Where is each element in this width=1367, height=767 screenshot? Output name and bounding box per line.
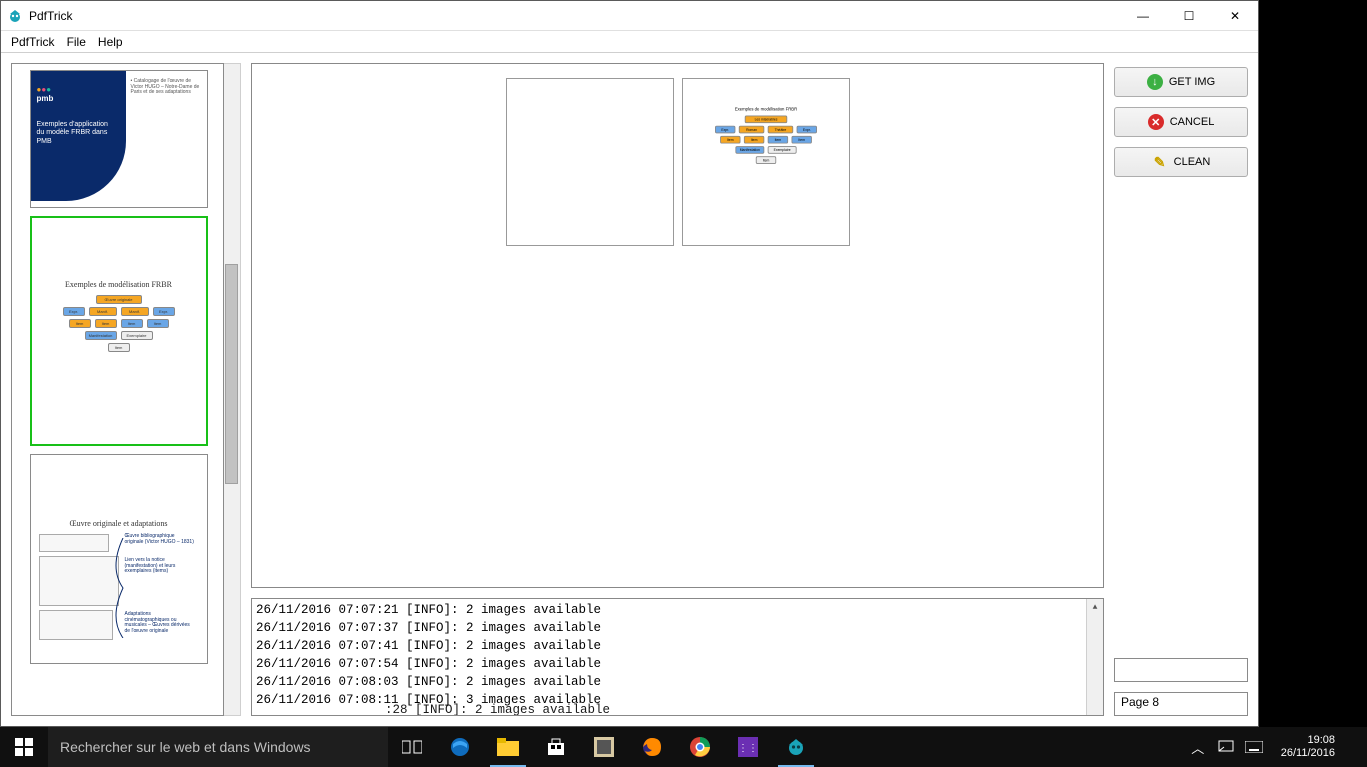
page-thumbnails-panel: ●●●pmb Exemples d'application du modèle … (11, 63, 224, 716)
window-title: PdfTrick (29, 9, 73, 23)
file-explorer-icon[interactable] (484, 727, 532, 767)
right-panel: ↓ GET IMG ✕ CANCEL ✎ CLEAN Page 8 (1114, 63, 1248, 716)
thumb3-title: Œuvre originale et adaptations (37, 519, 201, 528)
page-thumbnail-2[interactable]: Exemples de modélisation FRBR Œuvre orig… (30, 216, 208, 446)
pdftrick-taskbar-icon[interactable] (772, 727, 820, 767)
task-view-icon[interactable] (388, 727, 436, 767)
clean-button[interactable]: ✎ CLEAN (1114, 147, 1248, 177)
firefox-icon[interactable] (628, 727, 676, 767)
menu-bar: PdfTrick File Help (1, 31, 1258, 53)
log-scrollbar[interactable]: ▲ (1086, 599, 1103, 715)
log-scroll-up-icon[interactable]: ▲ (1087, 599, 1103, 616)
page-thumbnail-1[interactable]: ●●●pmb Exemples d'application du modèle … (30, 70, 208, 208)
start-button[interactable] (0, 727, 48, 767)
extracted-image-1[interactable] (506, 78, 674, 246)
sidebar-scrollbar-thumb[interactable] (225, 264, 238, 484)
taskbar: Rechercher sur le web et dans Windows (0, 727, 1367, 767)
search-placeholder: Rechercher sur le web et dans Windows (60, 739, 311, 755)
download-icon: ↓ (1147, 74, 1163, 90)
thumb1-note: • Catalogage de l'œuvre de Victor HUGO –… (131, 79, 203, 96)
image-preview-panel: Exemples de modélisation FRBR Les miséra… (251, 63, 1104, 588)
menu-pdftrick[interactable]: PdfTrick (11, 35, 55, 49)
tray-date: 26/11/2016 (1281, 747, 1335, 760)
menu-file[interactable]: File (67, 35, 86, 49)
log-line-partial: :28 [INFO]: 2 images available (385, 701, 610, 716)
app-icon (7, 8, 23, 24)
menu-help[interactable]: Help (98, 35, 123, 49)
title-bar: PdfTrick — ☐ ✕ (1, 1, 1258, 31)
minimize-button[interactable]: — (1120, 1, 1166, 31)
thumb1-title: Exemples d'application du modèle FRBR da… (37, 121, 117, 146)
store-icon[interactable] (532, 727, 580, 767)
tray-keyboard-icon[interactable] (1245, 738, 1263, 756)
chrome-icon[interactable] (676, 727, 724, 767)
purple-app-icon[interactable]: ⋮⋮ (724, 727, 772, 767)
maximize-button[interactable]: ☐ (1166, 1, 1212, 31)
log-panel: 26/11/2016 07:07:21 [INFO]: 2 images ava… (251, 598, 1104, 716)
status-field-page: Page 8 (1114, 692, 1248, 716)
sidebar-scrollbar[interactable] (224, 63, 241, 716)
tray-chevron-up-icon[interactable]: ︿ (1189, 738, 1207, 756)
cancel-button[interactable]: ✕ CANCEL (1114, 107, 1248, 137)
edge-icon[interactable] (436, 727, 484, 767)
get-img-button[interactable]: ↓ GET IMG (1114, 67, 1248, 97)
app-shortcut-icon[interactable] (580, 727, 628, 767)
tray-clock[interactable]: 19:08 26/11/2016 (1273, 734, 1343, 759)
thumb2-title: Exemples de modélisation FRBR (38, 280, 200, 289)
taskbar-search[interactable]: Rechercher sur le web et dans Windows (48, 727, 388, 767)
svg-text:⋮⋮: ⋮⋮ (738, 743, 758, 754)
close-button[interactable]: ✕ (1212, 1, 1258, 31)
page-thumbnail-3[interactable]: Œuvre originale et adaptations Œuvre bib… (30, 454, 208, 664)
tray-time: 19:08 (1281, 734, 1335, 747)
app-window: PdfTrick — ☐ ✕ PdfTrick File Help ●●● (0, 0, 1259, 727)
tray-notification-icon[interactable] (1217, 738, 1235, 756)
extracted-image-2[interactable]: Exemples de modélisation FRBR Les miséra… (682, 78, 850, 246)
cancel-icon: ✕ (1148, 114, 1164, 130)
brush-icon: ✎ (1152, 154, 1168, 170)
thumb2-flowchart: Œuvre originale Expr. Manif. Manif. Expr… (38, 295, 200, 352)
status-field-1 (1114, 658, 1248, 682)
